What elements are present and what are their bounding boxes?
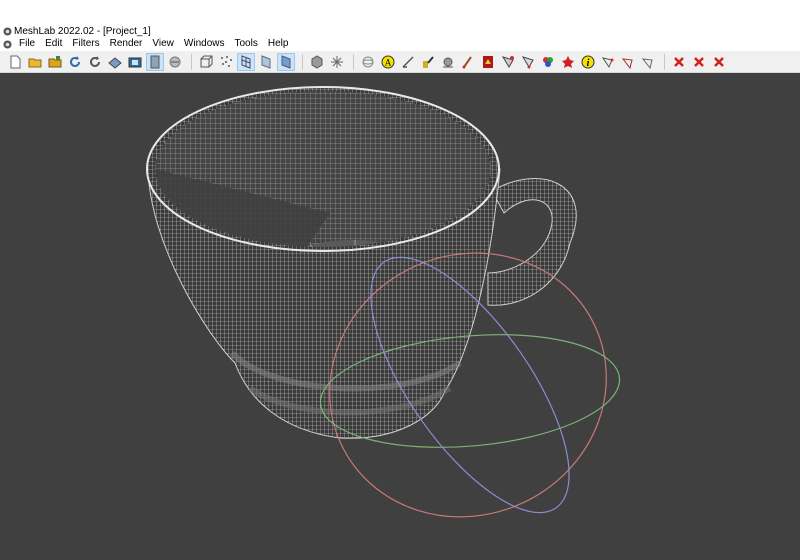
save-button[interactable] — [106, 53, 124, 71]
menu-render[interactable]: Render — [105, 38, 148, 50]
menu-bar: File Edit Filters Render View Windows To… — [0, 37, 800, 51]
wireframe-button[interactable] — [237, 52, 255, 71]
select-faces-icon — [501, 55, 514, 68]
cup-handle — [487, 178, 577, 306]
trackball-button[interactable] — [359, 53, 377, 71]
delete-both-icon — [714, 56, 724, 67]
reload-icon — [70, 55, 80, 67]
open-folder-icon — [28, 58, 42, 67]
main-toolbar: A i — [0, 51, 800, 73]
flat-lines-icon — [311, 54, 323, 69]
snapshot-button[interactable] — [126, 53, 144, 71]
reference-button[interactable] — [639, 53, 657, 71]
select-faces-button[interactable] — [499, 53, 517, 71]
open-mesh-button[interactable] — [26, 53, 44, 71]
label-button[interactable]: A — [379, 53, 397, 71]
menu-view[interactable]: View — [147, 38, 179, 50]
pick-points-button[interactable] — [599, 53, 617, 71]
info-button[interactable]: i — [579, 53, 597, 71]
points-icon — [221, 55, 232, 67]
layers-button[interactable] — [146, 52, 164, 71]
svg-text:A: A — [385, 57, 392, 67]
measure-button[interactable] — [399, 53, 417, 71]
3d-viewport[interactable] — [0, 73, 800, 560]
light-button[interactable] — [328, 53, 346, 71]
texture-button[interactable] — [479, 53, 497, 71]
reload-all-icon — [90, 55, 100, 67]
flat-button[interactable] — [257, 53, 275, 71]
toolbar-separator — [353, 53, 354, 70]
toolbar-separator — [191, 53, 192, 70]
menu-tools[interactable]: Tools — [229, 38, 262, 50]
title-bar: MeshLab 2022.02 - [Project_1] — [0, 0, 800, 37]
paint-button[interactable] — [459, 53, 477, 71]
bounding-box-icon — [200, 55, 213, 67]
delete-vertices-button[interactable] — [690, 53, 708, 71]
paint-icon — [462, 55, 472, 68]
mesh-canvas[interactable] — [0, 73, 800, 560]
quoted-box-icon — [562, 55, 574, 68]
save-icon — [108, 56, 122, 69]
color-select-button[interactable] — [539, 53, 557, 71]
manipulator-button[interactable] — [619, 53, 637, 71]
snapshot-icon — [128, 57, 142, 67]
svg-text:i: i — [587, 58, 590, 69]
raster-button[interactable] — [166, 53, 184, 71]
measure-icon — [402, 55, 414, 68]
raster-icon — [169, 56, 181, 67]
delete-vertices-icon — [694, 56, 704, 67]
label-icon: A — [381, 55, 395, 68]
light-icon — [331, 55, 343, 68]
delete-both-button[interactable] — [710, 53, 728, 71]
pick-points-icon — [601, 56, 614, 68]
new-file-icon — [10, 55, 21, 68]
reload-all-button[interactable] — [86, 53, 104, 71]
points-button[interactable] — [217, 53, 235, 71]
manipulator-icon — [621, 57, 633, 69]
reload-button[interactable] — [66, 53, 84, 71]
select-vertices-icon — [521, 55, 534, 68]
delete-faces-button[interactable] — [670, 53, 688, 71]
menu-filters[interactable]: Filters — [67, 38, 104, 50]
toolbar-separator — [302, 53, 303, 70]
align-icon — [423, 55, 434, 68]
align-button[interactable] — [419, 53, 437, 71]
select-button[interactable] — [439, 53, 457, 71]
trackball-icon — [362, 56, 374, 67]
flat-icon — [261, 54, 271, 69]
reference-icon — [641, 57, 653, 69]
bounding-box-button[interactable] — [197, 53, 215, 71]
open-project-button[interactable] — [46, 53, 64, 71]
color-select-icon — [543, 56, 553, 67]
info-icon: i — [581, 55, 595, 69]
smooth-button[interactable] — [277, 52, 295, 71]
meshlab-logo-icon — [3, 39, 12, 49]
select-vertices-button[interactable] — [519, 53, 537, 71]
toolbar-separator — [664, 53, 665, 70]
smooth-icon — [281, 54, 291, 69]
select-icon — [443, 57, 453, 67]
open-project-icon — [48, 55, 62, 67]
menu-windows[interactable]: Windows — [179, 38, 230, 50]
texture-icon — [483, 55, 493, 68]
layers-icon — [150, 55, 160, 68]
delete-faces-icon — [674, 56, 684, 67]
menu-file[interactable]: File — [14, 38, 40, 50]
new-file-button[interactable] — [6, 53, 24, 71]
wireframe-icon — [241, 54, 251, 69]
meshlab-logo-icon — [3, 27, 12, 36]
menu-edit[interactable]: Edit — [40, 38, 67, 50]
quoted-box-button[interactable] — [559, 53, 577, 71]
flat-lines-button[interactable] — [308, 53, 326, 71]
menu-help[interactable]: Help — [263, 38, 294, 50]
